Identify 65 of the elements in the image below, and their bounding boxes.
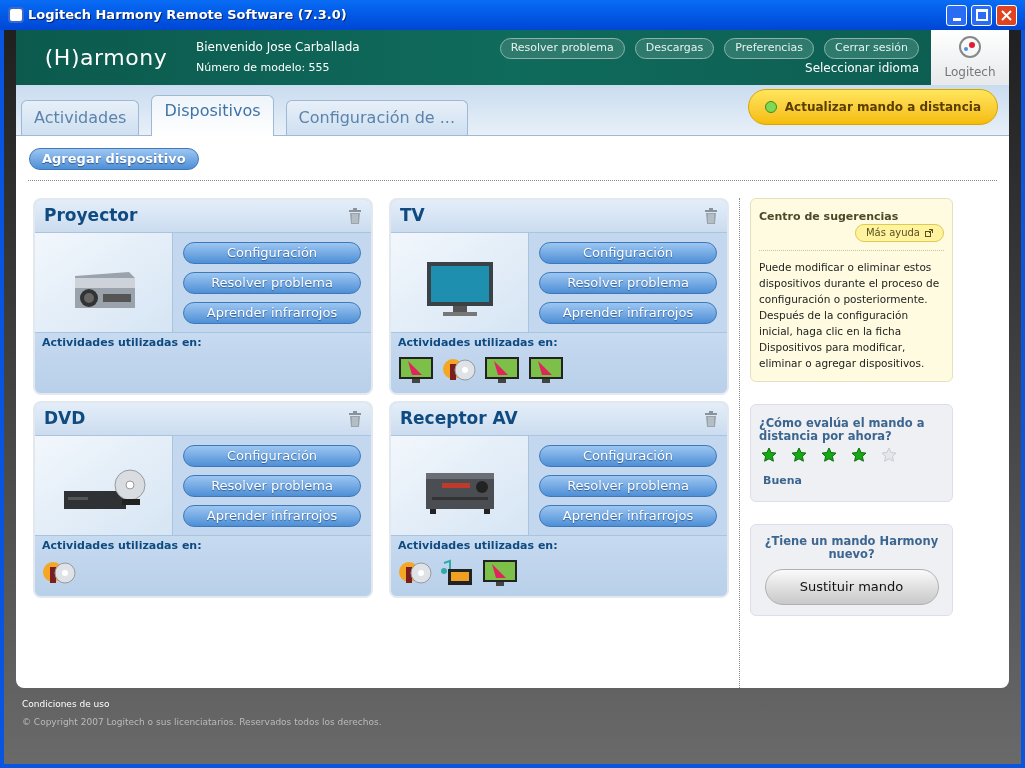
header-link[interactable]: Preferencias	[724, 38, 814, 59]
terms-link[interactable]: Condiciones de uso	[22, 698, 1009, 712]
trash-icon[interactable]	[704, 208, 718, 224]
header-link[interactable]: Cerrar sesión	[823, 38, 919, 59]
device-name: TV	[400, 204, 425, 228]
device-action-button[interactable]: Aprender infrarrojos	[183, 301, 361, 324]
replace-question: ¿Tiene un mando Harmony nuevo?	[763, 535, 940, 561]
brand-text: Logitech	[944, 63, 996, 81]
header-link[interactable]: Descargas	[634, 38, 715, 59]
star-icon[interactable]	[761, 446, 777, 463]
device-action-button[interactable]: Resolver problema	[539, 474, 717, 497]
device-action-button[interactable]: Configuración	[539, 241, 717, 264]
tv-activity-icon[interactable]	[528, 355, 564, 384]
tv-activity-icon[interactable]	[484, 355, 520, 384]
more-help-button[interactable]: Más ayuda	[855, 223, 944, 242]
welcome-text: Bienvenido Jose Carballada	[196, 39, 360, 57]
window-title: Logitech Harmony Remote Software (7.3.0)	[28, 6, 347, 25]
star-icon[interactable]	[851, 446, 867, 463]
radio-activity-icon[interactable]	[440, 558, 474, 587]
trash-icon[interactable]	[348, 411, 362, 427]
status-light-icon	[764, 101, 777, 114]
activities-label: Actividades utilizadas en:	[42, 538, 203, 554]
star-icon[interactable]	[791, 446, 807, 463]
rating-label: Buena	[762, 472, 803, 489]
tab[interactable]: Dispositivos	[151, 95, 274, 136]
tv-activity-icon[interactable]	[398, 355, 434, 384]
external-link-icon	[925, 228, 933, 237]
copyright-text: © Copyright 2007 Logitech o sus licenciatarios. Reservados todos los derechos.	[22, 715, 383, 729]
device-name: Receptor AV	[400, 407, 518, 431]
replace-remote-button[interactable]: Sustituir mando	[764, 569, 939, 605]
add-device-button[interactable]: Agregar dispositivo	[29, 147, 199, 170]
logo-icon	[958, 34, 982, 59]
device-name: Proyector	[44, 204, 138, 228]
trash-icon[interactable]	[348, 208, 362, 224]
device-action-button[interactable]: Aprender infrarrojos	[183, 504, 361, 527]
tab[interactable]: Configuración de ...	[285, 100, 468, 135]
close-button[interactable]	[996, 4, 1017, 26]
device-action-button[interactable]: Resolver problema	[539, 271, 717, 294]
device-action-button[interactable]: Aprender infrarrojos	[539, 301, 717, 324]
device-action-button[interactable]: Aprender infrarrojos	[539, 504, 717, 527]
tab[interactable]: Actividades	[21, 100, 140, 135]
star-icon[interactable]	[821, 446, 837, 463]
tv-activity-icon[interactable]	[482, 558, 518, 587]
close-icon	[1001, 9, 1012, 21]
activities-label: Actividades utilizadas en:	[398, 335, 559, 351]
activities-label: Actividades utilizadas en:	[398, 538, 559, 554]
device-name: DVD	[44, 407, 86, 431]
tips-text: Puede modificar o eliminar estos dispositivos durante el proceso de configuración o posteriormente. Después de la configuración inicial, haga clic en la ficha Dispositivos para modificar, eliminar o agregar dispositivos.	[759, 259, 941, 371]
device-action-button[interactable]: Configuración	[539, 444, 717, 467]
update-remote-button[interactable]: Actualizar mando a distancia	[747, 89, 998, 126]
language-link[interactable]: Seleccionar idioma	[805, 59, 919, 78]
tips-title: Centro de sugerencias	[759, 209, 900, 225]
header-link[interactable]: Resolver problema	[499, 38, 625, 59]
maximize-button[interactable]	[971, 4, 992, 26]
model-text: Número de modelo: 555	[196, 60, 331, 77]
activities-label: Actividades utilizadas en:	[42, 335, 203, 351]
device-action-button[interactable]: Resolver problema	[183, 271, 361, 294]
device-action-button[interactable]: Configuración	[183, 241, 361, 264]
trash-icon[interactable]	[704, 411, 718, 427]
rating-question: ¿Cómo evalúa el mando a distancia por ahora?	[759, 416, 926, 443]
app-icon	[8, 7, 24, 23]
harmony-logo: (H)armony	[44, 44, 168, 73]
minimize-button[interactable]	[946, 4, 967, 26]
device-action-button[interactable]: Configuración	[183, 444, 361, 467]
device-action-button[interactable]: Resolver problema	[183, 474, 361, 497]
